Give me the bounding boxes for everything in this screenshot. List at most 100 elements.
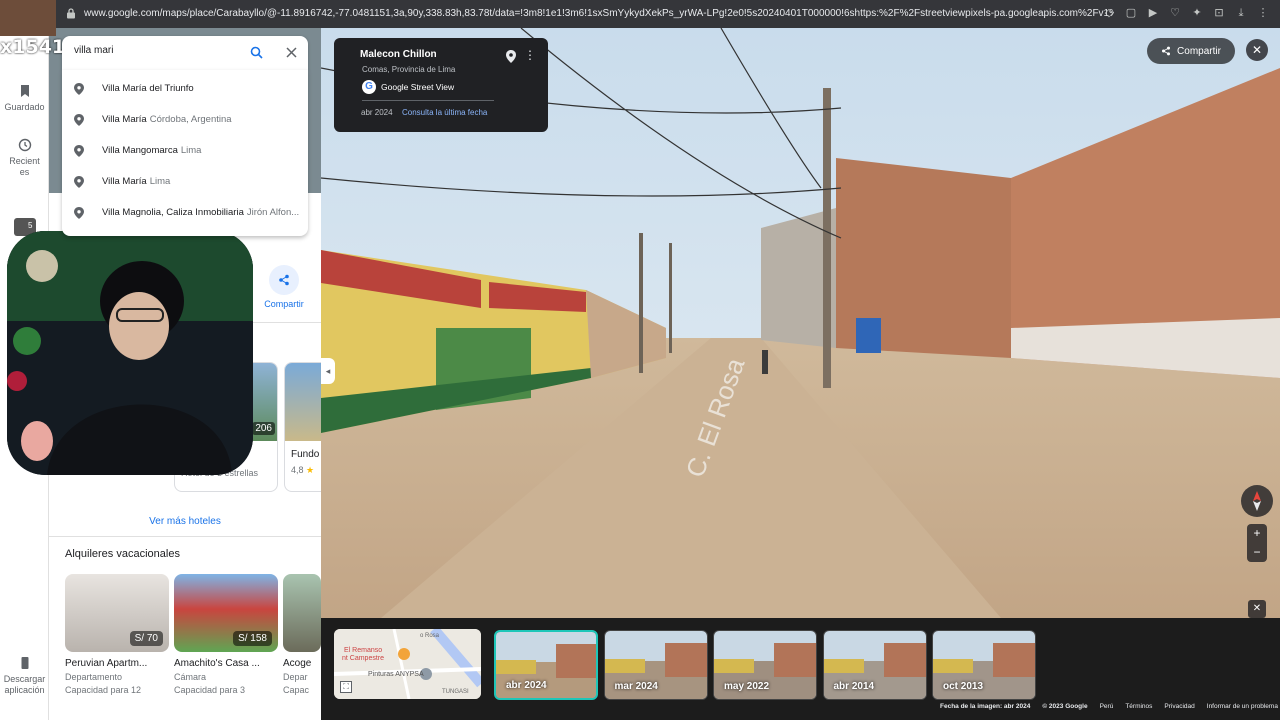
search-suggestions: Villa María del Triunfo Villa María Córdob… xyxy=(62,70,308,236)
search-input[interactable] xyxy=(74,45,244,56)
close-icon[interactable] xyxy=(286,47,297,58)
thumbnail-date: may 2022 xyxy=(724,681,770,692)
zoom-in-button[interactable]: + xyxy=(1247,524,1267,543)
map-label: Pinturas ANYPSA xyxy=(368,671,424,678)
zoom-controls: + − xyxy=(1247,524,1267,562)
search-icon[interactable] xyxy=(250,46,263,59)
star-icon: ★ xyxy=(306,465,315,475)
suggestion-item[interactable]: Villa María Lima xyxy=(62,166,308,197)
pin-icon[interactable] xyxy=(506,50,516,63)
panel-share-action[interactable]: Compartir xyxy=(259,265,309,309)
stream-counter: x1541 xyxy=(0,36,66,58)
recent-badge: 5 xyxy=(28,221,33,230)
streamer-small-cam xyxy=(0,0,56,36)
map-label: o Rosa xyxy=(420,633,440,639)
bookmark-icon[interactable]: ◇ xyxy=(1102,6,1116,20)
divider xyxy=(49,536,321,537)
place-name: Malecon Chillon xyxy=(360,49,437,60)
rental-image: S/ 158 xyxy=(174,574,278,652)
rail-saved-label: Guardado xyxy=(4,102,45,112)
footer-privacy-link[interactable]: Privacidad xyxy=(1164,703,1194,710)
rental-image xyxy=(283,574,321,652)
rental-price: S/ 70 xyxy=(129,631,163,646)
history-icon xyxy=(18,138,31,152)
suggestion-main: Villa María del Triunfo xyxy=(102,83,194,94)
map-label: nt Campestre xyxy=(342,655,385,662)
download-icon[interactable]: ⤓ xyxy=(1234,6,1248,20)
rental-capacity: Capacidad para 3 xyxy=(174,685,246,695)
date-thumbnail[interactable]: oct 2013 xyxy=(932,630,1036,700)
latest-date-link[interactable]: Consulta la última fecha xyxy=(402,108,487,117)
rating-value: 4,8 xyxy=(291,465,304,475)
map-label: TUNGASI xyxy=(442,689,469,695)
footer-report-link[interactable]: Informar de un problema xyxy=(1207,703,1278,710)
play-icon[interactable]: ▶ xyxy=(1146,6,1160,20)
search-box xyxy=(62,36,308,70)
collapse-panel-button[interactable]: ◂ xyxy=(321,358,335,384)
hotel-badge: 206 xyxy=(252,422,275,435)
thumbnail-date: mar 2024 xyxy=(614,681,658,692)
mini-map[interactable]: El Remanso nt Campestre Pinturas ANYPSA … xyxy=(334,629,481,699)
date-thumbnail[interactable]: abr 2024 xyxy=(494,630,598,700)
address-bar[interactable]: www.google.com/maps/place/Carabayllo/@-1… xyxy=(84,8,1114,19)
thumbnail-date: oct 2013 xyxy=(943,681,984,692)
footer-country-link[interactable]: Perú xyxy=(1100,703,1114,710)
menu-icon[interactable]: ⋮ xyxy=(1256,6,1270,20)
share-icon xyxy=(269,265,299,295)
hotel-rating: 4,8 ★ xyxy=(291,465,321,476)
close-street-view-button[interactable]: ✕ xyxy=(1246,39,1268,61)
rental-card[interactable]: Acoge Depar Capac xyxy=(283,574,321,704)
place-subtitle: Comas, Provincia de Lima xyxy=(362,65,456,74)
place-pin-icon xyxy=(74,206,84,219)
zoom-out-button[interactable]: − xyxy=(1247,543,1267,562)
suggestion-item[interactable]: Villa María Córdoba, Argentina xyxy=(62,104,308,135)
suggestion-item[interactable]: Villa Magnolia, Caliza Inmobiliaria Jirón… xyxy=(62,197,308,228)
date-thumbnail[interactable]: may 2022 xyxy=(713,630,817,700)
google-logo-icon: G xyxy=(362,80,376,94)
bookmark-icon xyxy=(20,85,29,97)
divider xyxy=(362,100,494,101)
image-date: abr 2024 xyxy=(361,108,393,117)
rental-type: Departamento xyxy=(65,672,123,682)
rental-price: S/ 158 xyxy=(233,631,272,646)
rail-recent[interactable]: Recientes xyxy=(0,138,49,178)
suggestion-main: Villa María xyxy=(102,114,147,125)
webcam-image xyxy=(7,231,253,475)
rail-recent-label: Recientes xyxy=(9,156,40,177)
share-button[interactable]: Compartir xyxy=(1147,38,1235,64)
rental-title: Amachito's Casa ... xyxy=(174,658,260,669)
compass-icon[interactable] xyxy=(1241,485,1273,517)
place-pin-icon xyxy=(74,175,84,188)
footer-terms-link[interactable]: Términos xyxy=(1125,703,1152,710)
date-thumbnail[interactable]: abr 2014 xyxy=(822,630,927,700)
suggestion-item[interactable]: Villa María del Triunfo xyxy=(62,73,308,104)
rental-capacity: Capac xyxy=(283,685,310,695)
place-pin-icon xyxy=(74,144,84,157)
rentals-heading: Alquileres vacacionales xyxy=(65,548,180,560)
window-icon[interactable]: ▢ xyxy=(1124,6,1138,20)
suggestion-item[interactable]: Villa Mangomarca Lima xyxy=(62,135,308,166)
phone-icon xyxy=(21,657,28,669)
share-icon xyxy=(1162,46,1171,56)
lock-icon[interactable]: ⊡ xyxy=(1212,6,1226,20)
rental-card[interactable]: S/ 70 Peruvian Apartm... Departamento Ca… xyxy=(65,574,169,704)
rental-type: Depar xyxy=(283,672,308,682)
date-thumbnail[interactable]: mar 2024 xyxy=(603,630,708,700)
street-view-source: G Google Street View xyxy=(362,80,454,94)
more-options-icon[interactable]: ⋮ xyxy=(524,48,536,62)
street-view-info-card: Malecon Chillon Comas, Provincia de Lima… xyxy=(334,38,548,132)
hotel-card[interactable]: Fundo 4,8 ★ xyxy=(284,362,321,492)
suggestion-main: Villa María xyxy=(102,176,147,187)
close-filmstrip-button[interactable]: ✕ xyxy=(1248,600,1266,618)
map-footer: Fecha de la imagen: abr 2024 © 2023 Goog… xyxy=(940,703,1278,710)
expand-map-icon[interactable]: ⛶ xyxy=(340,681,352,693)
rail-saved[interactable]: Guardado xyxy=(0,84,49,112)
extension-icon[interactable]: ✦ xyxy=(1190,6,1204,20)
rail-download-app[interactable]: Descargar aplicación xyxy=(0,656,49,696)
browser-extension-icons: ◇ ▢ ▶ ♡ ✦ ⊡ ⤓ ⋮ xyxy=(1102,6,1270,20)
see-more-hotels-link[interactable]: Ver más hoteles xyxy=(49,516,321,527)
rental-card[interactable]: S/ 158 Amachito's Casa ... Cámara Capaci… xyxy=(174,574,278,704)
rental-title: Peruvian Apartm... xyxy=(65,658,148,669)
suggestion-sub: Lima xyxy=(149,176,171,187)
heart-icon[interactable]: ♡ xyxy=(1168,6,1182,20)
